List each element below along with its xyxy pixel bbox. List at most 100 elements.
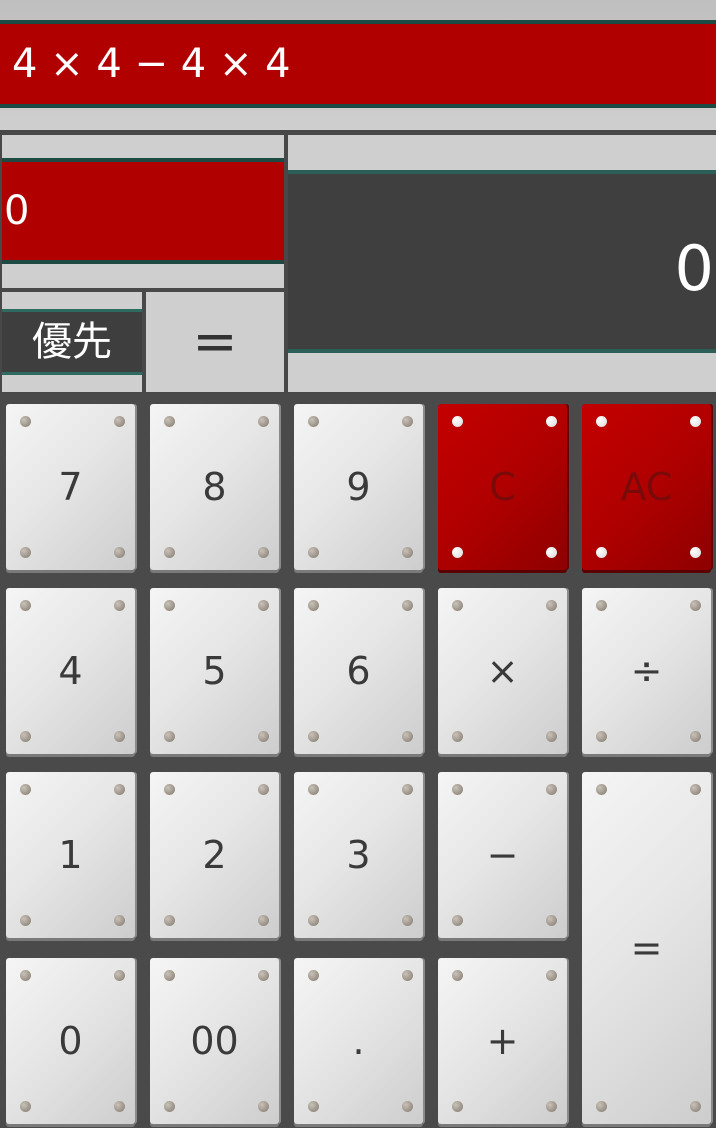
bolt-icon <box>402 731 413 742</box>
key-8[interactable]: 8 <box>150 404 279 570</box>
bolt-icon <box>20 547 31 558</box>
key-1[interactable]: 1 <box>6 772 135 938</box>
bolt-icon <box>258 1101 269 1112</box>
bolt-icon <box>308 1101 319 1112</box>
equals-button[interactable]: = <box>582 772 711 1124</box>
bolt-icon <box>114 416 125 427</box>
bolt-icon <box>546 970 557 981</box>
bolt-icon <box>164 416 175 427</box>
bolt-icon <box>114 731 125 742</box>
bolt-icon <box>690 600 701 611</box>
bolt-icon <box>596 416 607 427</box>
key-0[interactable]: 0 <box>6 958 135 1124</box>
bolt-icon <box>452 600 463 611</box>
bolt-icon <box>20 416 31 427</box>
bolt-icon <box>114 600 125 611</box>
bolt-icon <box>20 1101 31 1112</box>
bolt-icon <box>258 547 269 558</box>
bolt-icon <box>690 1101 701 1112</box>
bolt-icon <box>114 1101 125 1112</box>
bolt-icon <box>308 416 319 427</box>
bolt-icon <box>546 784 557 795</box>
bolt-icon <box>546 915 557 926</box>
bolt-icon <box>690 784 701 795</box>
plus-button[interactable]: + <box>438 958 567 1124</box>
bolt-icon <box>308 970 319 981</box>
bolt-icon <box>114 915 125 926</box>
bolt-icon <box>20 600 31 611</box>
bolt-icon <box>452 970 463 981</box>
bolt-icon <box>452 784 463 795</box>
bolt-icon <box>164 1101 175 1112</box>
key-3[interactable]: 3 <box>294 772 423 938</box>
bolt-icon <box>114 784 125 795</box>
bolt-icon <box>402 416 413 427</box>
result-display: 0 <box>288 170 716 353</box>
key-5[interactable]: 5 <box>150 588 279 754</box>
key-9[interactable]: 9 <box>294 404 423 570</box>
bolt-icon <box>164 547 175 558</box>
bolt-icon <box>308 915 319 926</box>
bolt-icon <box>258 600 269 611</box>
bolt-icon <box>308 547 319 558</box>
bolt-icon <box>452 915 463 926</box>
bolt-icon <box>546 547 557 558</box>
bolt-icon <box>402 970 413 981</box>
bolt-icon <box>546 1101 557 1112</box>
key-6[interactable]: 6 <box>294 588 423 754</box>
bolt-icon <box>452 731 463 742</box>
bolt-icon <box>596 547 607 558</box>
bolt-icon <box>452 547 463 558</box>
bolt-icon <box>20 731 31 742</box>
bolt-icon <box>690 547 701 558</box>
divide-button[interactable]: ÷ <box>582 588 711 754</box>
bolt-icon <box>114 970 125 981</box>
bolt-icon <box>164 915 175 926</box>
bolt-icon <box>258 970 269 981</box>
bolt-icon <box>596 731 607 742</box>
bolt-icon <box>402 784 413 795</box>
bolt-icon <box>20 784 31 795</box>
bolt-icon <box>164 731 175 742</box>
bolt-icon <box>402 1101 413 1112</box>
bolt-icon <box>258 731 269 742</box>
clear-button[interactable]: C <box>438 404 567 570</box>
bolt-icon <box>546 731 557 742</box>
bolt-icon <box>114 547 125 558</box>
bolt-icon <box>164 970 175 981</box>
memory-display: 0 <box>2 158 284 264</box>
bolt-icon <box>546 416 557 427</box>
bolt-icon <box>258 784 269 795</box>
bolt-icon <box>690 731 701 742</box>
memory-equals-button[interactable]: = <box>146 292 284 392</box>
bolt-icon <box>402 915 413 926</box>
bolt-icon <box>596 600 607 611</box>
bolt-icon <box>258 416 269 427</box>
multiply-button[interactable]: × <box>438 588 567 754</box>
bolt-icon <box>546 600 557 611</box>
key-7[interactable]: 7 <box>6 404 135 570</box>
bolt-icon <box>308 731 319 742</box>
bolt-icon <box>596 784 607 795</box>
bolt-icon <box>402 600 413 611</box>
bolt-icon <box>402 547 413 558</box>
key-4[interactable]: 4 <box>6 588 135 754</box>
formula-display: 4 × 4 − 4 × 4 <box>0 20 716 108</box>
bolt-icon <box>20 970 31 981</box>
bolt-icon <box>164 600 175 611</box>
bolt-icon <box>596 1101 607 1112</box>
minus-button[interactable]: − <box>438 772 567 938</box>
bolt-icon <box>452 1101 463 1112</box>
bolt-icon <box>308 600 319 611</box>
decimal-point-button[interactable]: . <box>294 958 423 1124</box>
all-clear-button[interactable]: AC <box>582 404 711 570</box>
bolt-icon <box>20 915 31 926</box>
priority-button-label[interactable]: 優先 <box>2 309 142 375</box>
bolt-icon <box>308 784 319 795</box>
key-2[interactable]: 2 <box>150 772 279 938</box>
bolt-icon <box>690 416 701 427</box>
bolt-icon <box>258 915 269 926</box>
bolt-icon <box>452 416 463 427</box>
key-00[interactable]: 00 <box>150 958 279 1124</box>
bolt-icon <box>164 784 175 795</box>
